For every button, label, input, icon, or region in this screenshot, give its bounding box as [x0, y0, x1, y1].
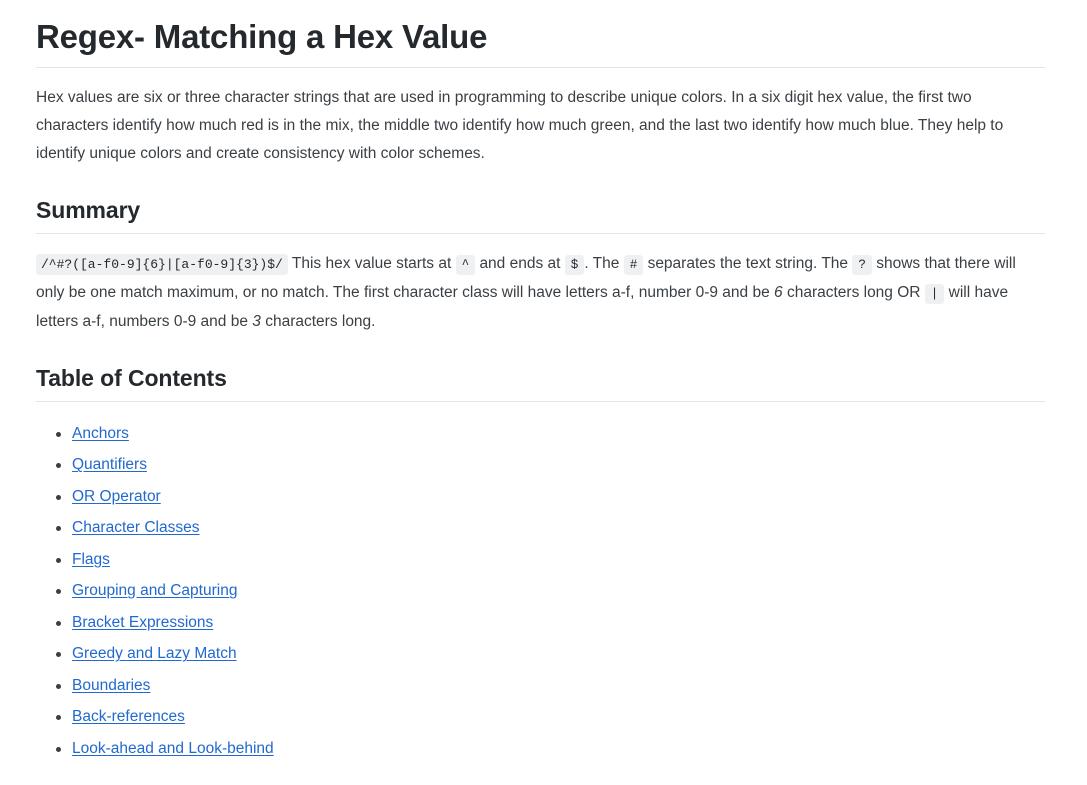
list-item: Quantifiers: [56, 449, 1045, 481]
summary-heading: Summary: [36, 196, 1045, 234]
toc-link-back-references[interactable]: Back-references: [72, 708, 185, 725]
summary-paragraph: /^#?([a-f0-9]{6}|[a-f0-9]{3})$/ This hex…: [36, 250, 1045, 336]
page-title: Regex- Matching a Hex Value: [36, 16, 1045, 69]
hash-character-code: #: [623, 255, 644, 275]
summary-text-1: This hex value starts at: [291, 255, 452, 272]
toc-link-quantifiers[interactable]: Quantifiers: [72, 456, 147, 473]
summary-text-3: . The: [584, 255, 620, 272]
list-item: Flags: [56, 544, 1045, 576]
summary-text-6: characters long OR: [786, 284, 921, 301]
summary-text-8: characters long.: [265, 313, 376, 330]
list-item: Look-ahead and Look-behind: [56, 733, 1045, 765]
table-of-contents-heading: Table of Contents: [36, 364, 1045, 402]
list-item: Grouping and Capturing: [56, 575, 1045, 607]
intro-paragraph: Hex values are six or three character st…: [36, 89, 1004, 163]
list-item: Boundaries: [56, 670, 1045, 702]
document-page: Regex- Matching a Hex Value Hex values a…: [0, 0, 1087, 764]
regex-pattern-code: /^#?([a-f0-9]{6}|[a-f0-9]{3})$/: [36, 254, 288, 275]
toc-link-character-classes[interactable]: Character Classes: [72, 519, 200, 536]
table-of-contents-list: Anchors Quantifiers OR Operator Characte…: [36, 418, 1045, 765]
dollar-anchor-code: $: [564, 255, 585, 275]
list-item: Bracket Expressions: [56, 607, 1045, 639]
list-item: Anchors: [56, 418, 1045, 450]
toc-link-anchors[interactable]: Anchors: [72, 425, 129, 442]
summary-text-4: separates the text string. The: [647, 255, 849, 272]
list-item: Character Classes: [56, 512, 1045, 544]
toc-link-or-operator[interactable]: OR Operator: [72, 488, 161, 505]
emphasis-six: 6: [774, 284, 783, 301]
list-item: Greedy and Lazy Match: [56, 638, 1045, 670]
toc-link-greedy-and-lazy-match[interactable]: Greedy and Lazy Match: [72, 645, 237, 662]
pipe-operator-code: |: [924, 284, 945, 304]
toc-link-flags[interactable]: Flags: [72, 551, 110, 568]
toc-link-bracket-expressions[interactable]: Bracket Expressions: [72, 614, 213, 631]
toc-link-look-ahead-and-look-behind[interactable]: Look-ahead and Look-behind: [72, 740, 274, 757]
caret-anchor-code: ^: [455, 255, 476, 275]
emphasis-three: 3: [252, 313, 261, 330]
list-item: Back-references: [56, 701, 1045, 733]
toc-link-grouping-and-capturing[interactable]: Grouping and Capturing: [72, 582, 237, 599]
question-quantifier-code: ?: [852, 255, 872, 275]
list-item: OR Operator: [56, 481, 1045, 513]
toc-link-boundaries[interactable]: Boundaries: [72, 677, 150, 694]
summary-text-2: and ends at: [479, 255, 561, 272]
